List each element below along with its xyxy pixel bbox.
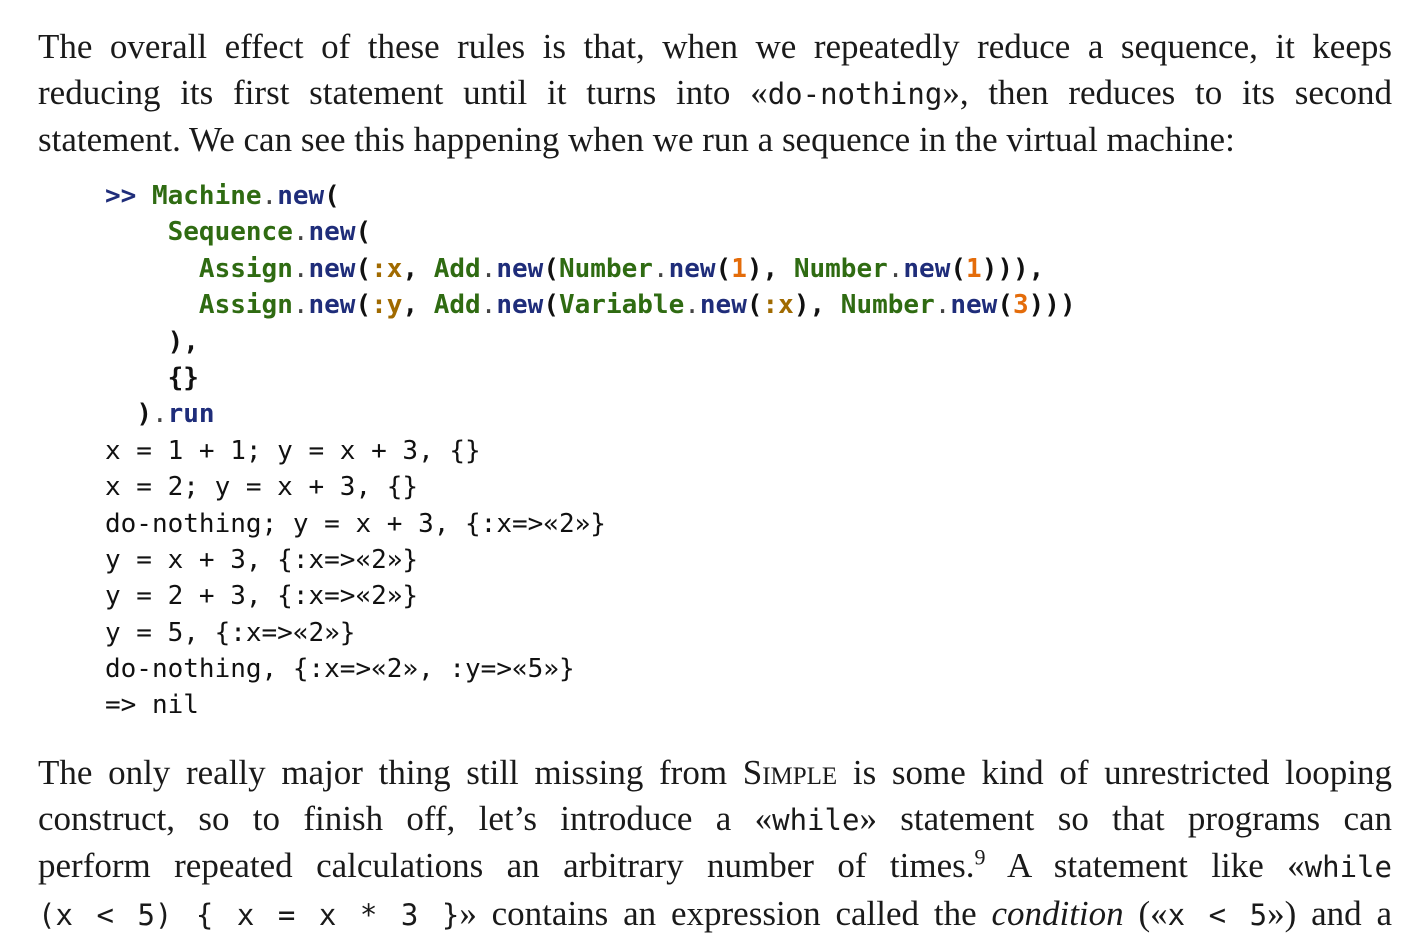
code-line: Sequence.new( <box>105 214 1076 250</box>
code-output-line: x = 2; y = x + 3, {} <box>105 469 1076 505</box>
paragraph-while: The only really major thing still missin… <box>38 750 1392 938</box>
inline-code: (x < 5) { x = x * 3 } <box>38 898 459 932</box>
code-line: ).run <box>105 396 1076 432</box>
inline-code: while <box>1305 850 1392 884</box>
footnote-ref[interactable]: 9 <box>974 844 985 869</box>
small-caps-term: Simple <box>743 753 837 792</box>
paragraph-line: The only really major thing still missin… <box>38 750 1392 796</box>
emphasis-term: condition <box>991 894 1123 933</box>
paragraph-line: statement. We can see this happening whe… <box>38 117 1392 163</box>
code-line: >> Machine.new( <box>105 178 1076 214</box>
code-line: Assign.new(:y, Add.new(Variable.new(:x),… <box>105 287 1076 323</box>
inline-code: while <box>772 803 859 837</box>
code-output-line: y = 5, {:x=>«2»} <box>105 615 1076 651</box>
code-line: ), <box>105 324 1076 360</box>
paragraph-line: construct, so to finish off, let’s intro… <box>38 796 1392 844</box>
code-output-line: do-nothing; y = x + 3, {:x=>«2»} <box>105 506 1076 542</box>
code-line: Assign.new(:x, Add.new(Number.new(1), Nu… <box>105 251 1076 287</box>
code-output-line: => nil <box>105 687 1076 723</box>
code-output-line: y = 2 + 3, {:x=>«2»} <box>105 578 1076 614</box>
paragraph-intro: The overall effect of these rules is tha… <box>38 24 1392 163</box>
code-output-line: x = 1 + 1; y = x + 3, {} <box>105 433 1076 469</box>
code-line: {} <box>105 360 1076 396</box>
book-page: The overall effect of these rules is tha… <box>0 0 1419 931</box>
code-block: >> Machine.new( Sequence.new( Assign.new… <box>105 178 1076 724</box>
inline-code: do-nothing <box>768 77 943 111</box>
code-output-line: do-nothing, {:x=>«2», :y=>«5»} <box>105 651 1076 687</box>
paragraph-line: The overall effect of these rules is tha… <box>38 24 1392 70</box>
inline-code: x < 5 <box>1168 898 1267 932</box>
paragraph-line: reducing its first statement until it tu… <box>38 70 1392 118</box>
paragraph-line: perform repeated calculations an arbitra… <box>38 843 1392 891</box>
code-output-line: y = x + 3, {:x=>«2»} <box>105 542 1076 578</box>
